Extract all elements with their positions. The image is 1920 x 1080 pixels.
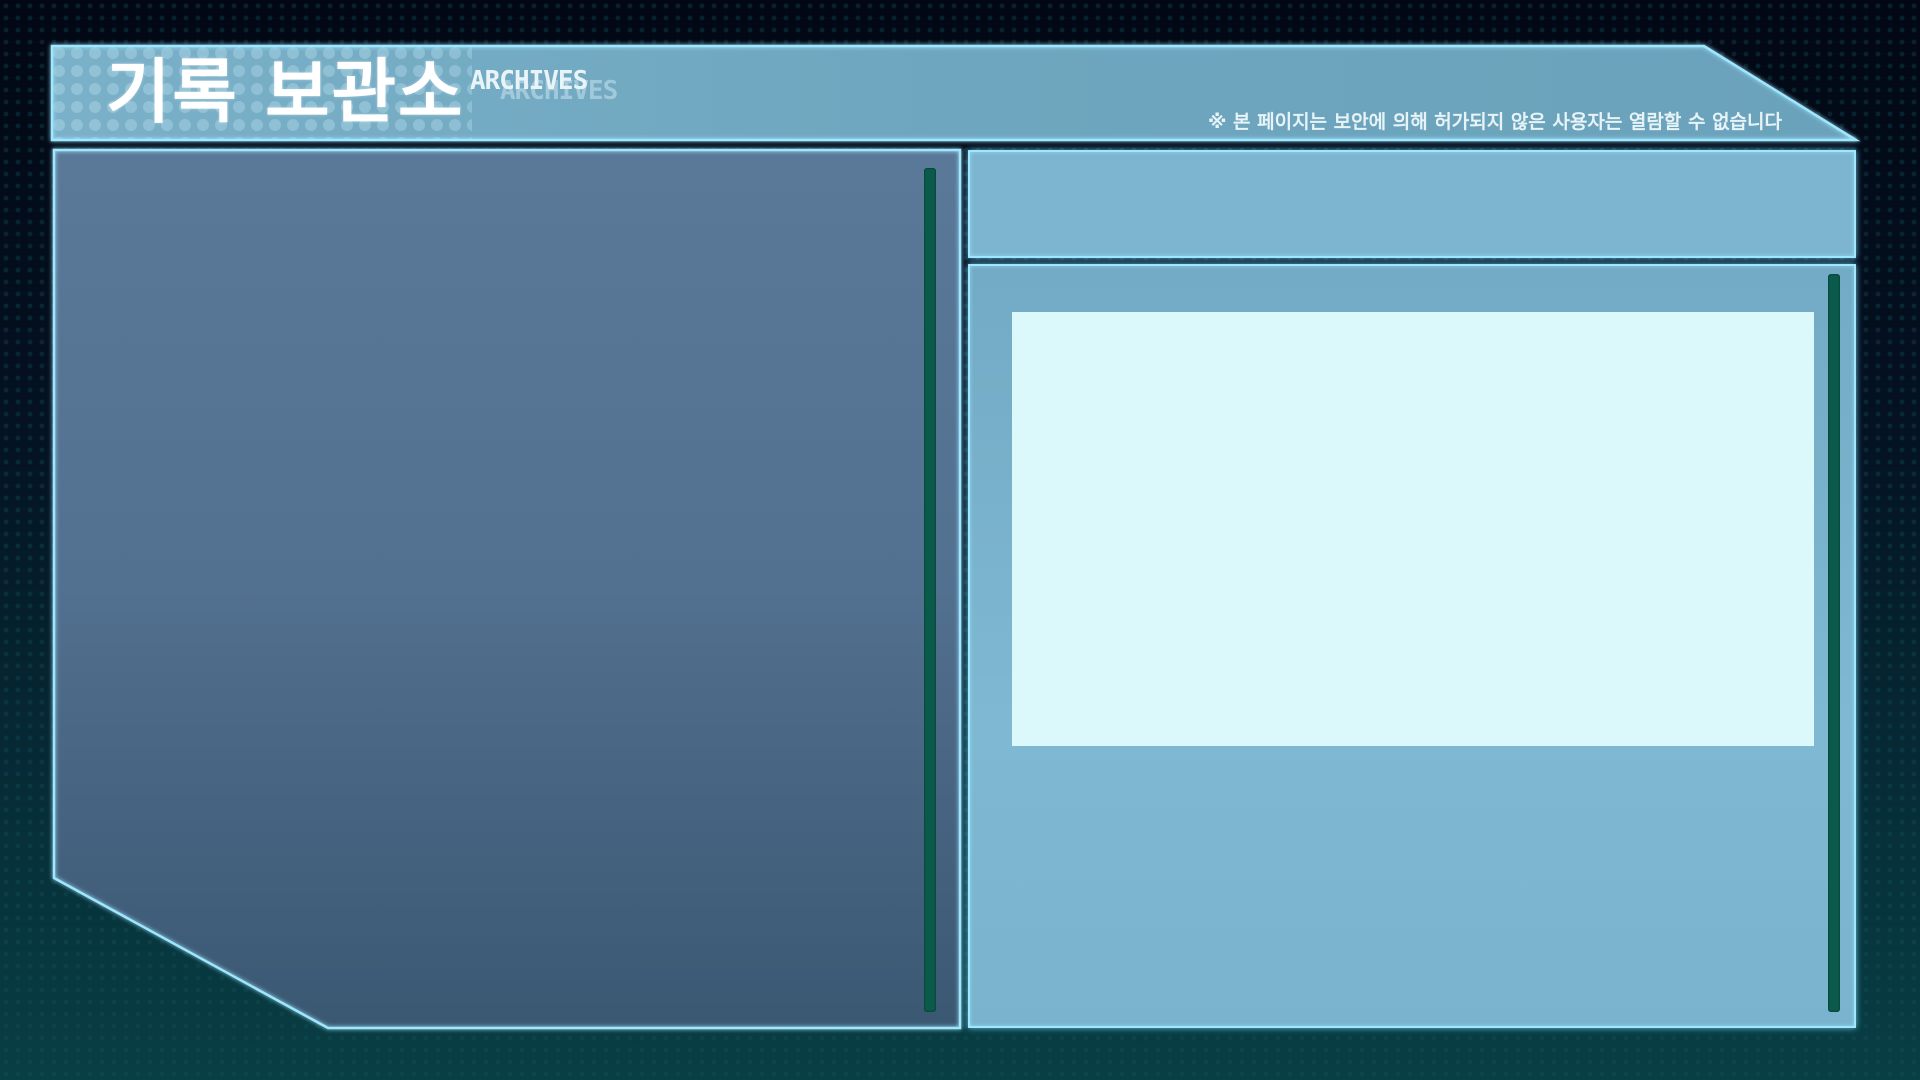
right-panel-scrollbar[interactable]	[1828, 274, 1840, 1012]
page-subtitle: ARCHIVES	[470, 66, 588, 96]
right-top-panel	[968, 150, 1856, 258]
page-title: 기록 보관소	[106, 51, 465, 133]
security-notice: ※ 본 페이지는 보안에 의해 허가되지 않은 사용자는 열람할 수 없습니다	[1207, 111, 1782, 133]
left-panel-scrollbar[interactable]	[924, 168, 936, 1012]
left-panel	[52, 148, 962, 1030]
content-display-box	[1012, 312, 1814, 746]
